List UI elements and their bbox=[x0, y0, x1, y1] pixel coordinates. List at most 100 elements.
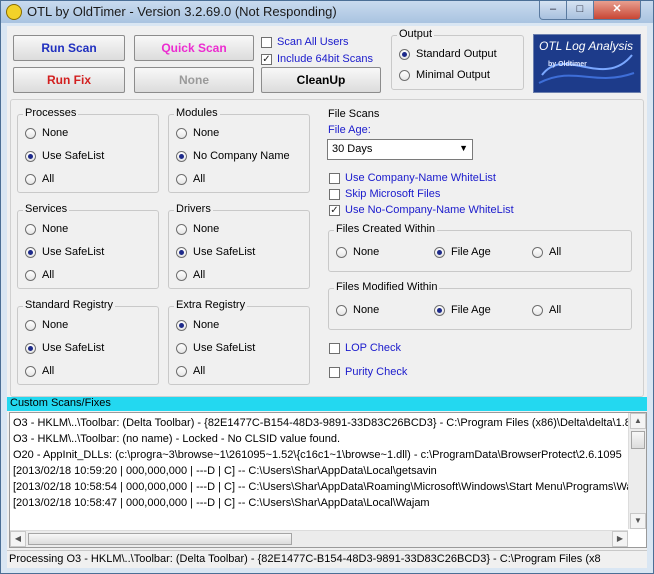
radio-dot[interactable] bbox=[25, 127, 36, 139]
minimize-button[interactable]: – bbox=[539, 1, 567, 20]
radio-dot[interactable] bbox=[434, 246, 445, 258]
radio-dot[interactable] bbox=[25, 365, 36, 377]
modules-no-company-radio[interactable]: No Company Name bbox=[176, 150, 290, 162]
checkbox-box[interactable] bbox=[261, 36, 272, 48]
run-fix-button[interactable]: Run Fix bbox=[13, 67, 125, 93]
radio-dot[interactable] bbox=[176, 223, 187, 235]
close-button[interactable]: ✕ bbox=[593, 1, 641, 20]
radio-dot[interactable] bbox=[336, 246, 347, 258]
purity-check-checkbox[interactable]: Purity Check bbox=[329, 366, 407, 378]
checkbox-box[interactable]: ✓ bbox=[329, 204, 340, 216]
checkbox-box[interactable] bbox=[329, 342, 340, 354]
drivers-none-radio[interactable]: None bbox=[176, 223, 219, 235]
radio-minimal-output[interactable]: Minimal Output bbox=[399, 69, 490, 81]
include-64bit-checkbox[interactable]: ✓ Include 64bit Scans bbox=[261, 53, 373, 65]
status-bar: Processing O3 - HKLM\..\Toolbar: (Delta … bbox=[7, 550, 647, 568]
modified-file-age-radio[interactable]: File Age bbox=[434, 304, 491, 316]
processes-all-radio[interactable]: All bbox=[25, 173, 54, 185]
log-line: [2013/02/18 10:58:47 | 000,000,000 | ---… bbox=[13, 497, 430, 509]
status-text: Processing O3 - HKLM\..\Toolbar: (Delta … bbox=[9, 553, 601, 565]
title-bar[interactable]: OTL by OldTimer - Version 3.2.69.0 (Not … bbox=[1, 1, 653, 23]
skip-microsoft-checkbox[interactable]: Skip Microsoft Files bbox=[329, 188, 440, 200]
radio-dot[interactable] bbox=[176, 246, 187, 258]
radio-dot[interactable] bbox=[25, 342, 36, 354]
chevron-down-icon[interactable]: ▼ bbox=[459, 143, 468, 153]
drivers-safelist-radio[interactable]: Use SafeList bbox=[176, 246, 255, 258]
radio-standard-output[interactable]: Standard Output bbox=[399, 48, 497, 60]
created-file-age-radio[interactable]: File Age bbox=[434, 246, 491, 258]
log-line: O3 - HKLM\..\Toolbar: (Delta Toolbar) - … bbox=[13, 417, 647, 429]
cleanup-button[interactable]: CleanUp bbox=[261, 67, 381, 93]
custom-scans-textarea[interactable]: O3 - HKLM\..\Toolbar: (Delta Toolbar) - … bbox=[9, 412, 647, 548]
radio-dot[interactable] bbox=[176, 342, 187, 354]
horizontal-scroll-thumb[interactable] bbox=[28, 533, 292, 545]
processes-safelist-radio[interactable]: Use SafeList bbox=[25, 150, 104, 162]
services-all-radio[interactable]: All bbox=[25, 269, 54, 281]
file-age-label: File Age: bbox=[328, 124, 371, 136]
radio-dot[interactable] bbox=[399, 48, 410, 60]
standard-registry-group: Standard Registry None Use SafeList All bbox=[17, 299, 159, 385]
modified-all-radio[interactable]: All bbox=[532, 304, 561, 316]
vertical-scroll-thumb[interactable] bbox=[631, 431, 645, 449]
output-group: Output Standard Output Minimal Output bbox=[391, 28, 524, 90]
radio-dot[interactable] bbox=[25, 319, 36, 331]
otl-log-analysis-logo: OTL Log Analysis by Oldtimer bbox=[533, 34, 641, 93]
lop-check-checkbox[interactable]: LOP Check bbox=[329, 342, 401, 354]
company-whitelist-checkbox[interactable]: Use Company-Name WhiteList bbox=[329, 172, 496, 184]
std-registry-safelist-radio[interactable]: Use SafeList bbox=[25, 342, 104, 354]
no-company-whitelist-checkbox[interactable]: ✓ Use No-Company-Name WhiteList bbox=[329, 204, 514, 216]
services-safelist-radio[interactable]: Use SafeList bbox=[25, 246, 104, 258]
radio-dot[interactable] bbox=[434, 304, 445, 316]
vertical-scrollbar[interactable]: ▲ ▼ bbox=[628, 413, 646, 529]
radio-dot[interactable] bbox=[532, 246, 543, 258]
checkbox-box[interactable]: ✓ bbox=[261, 53, 272, 65]
custom-scans-header: Custom Scans/Fixes bbox=[7, 397, 647, 411]
std-registry-all-radio[interactable]: All bbox=[25, 365, 54, 377]
scroll-up-button[interactable]: ▲ bbox=[630, 413, 646, 429]
extra-registry-none-radio[interactable]: None bbox=[176, 319, 219, 331]
radio-dot[interactable] bbox=[176, 127, 187, 139]
otl-window: OTL by OldTimer - Version 3.2.69.0 (Not … bbox=[0, 0, 654, 574]
extra-registry-all-radio[interactable]: All bbox=[176, 365, 205, 377]
checkbox-box[interactable] bbox=[329, 366, 340, 378]
radio-dot[interactable] bbox=[176, 319, 187, 331]
created-all-radio[interactable]: All bbox=[532, 246, 561, 258]
radio-dot[interactable] bbox=[25, 173, 36, 185]
main-panel: Run Scan Quick Scan Run Fix None CleanUp… bbox=[7, 26, 647, 568]
drivers-all-radio[interactable]: All bbox=[176, 269, 205, 281]
radio-dot[interactable] bbox=[25, 246, 36, 258]
std-registry-none-radio[interactable]: None bbox=[25, 319, 68, 331]
scan-all-users-checkbox[interactable]: Scan All Users bbox=[261, 36, 349, 48]
processes-none-radio[interactable]: None bbox=[25, 127, 68, 139]
run-scan-button[interactable]: Run Scan bbox=[13, 35, 125, 61]
modules-all-radio[interactable]: All bbox=[176, 173, 205, 185]
services-group: Services None Use SafeList All bbox=[17, 203, 159, 289]
maximize-button[interactable]: □ bbox=[566, 1, 594, 20]
otl-app-icon bbox=[6, 4, 22, 20]
file-age-dropdown[interactable]: 30 Days ▼ bbox=[327, 139, 473, 160]
radio-dot[interactable] bbox=[532, 304, 543, 316]
radio-dot[interactable] bbox=[176, 150, 187, 162]
radio-dot[interactable] bbox=[25, 269, 36, 281]
radio-dot[interactable] bbox=[399, 69, 410, 81]
scroll-left-button[interactable]: ◀ bbox=[10, 531, 26, 547]
radio-dot[interactable] bbox=[25, 150, 36, 162]
none-button[interactable]: None bbox=[134, 67, 254, 93]
radio-dot[interactable] bbox=[176, 269, 187, 281]
radio-dot[interactable] bbox=[25, 223, 36, 235]
horizontal-scrollbar[interactable]: ◀ ▶ bbox=[10, 530, 628, 547]
scroll-down-button[interactable]: ▼ bbox=[630, 513, 646, 529]
radio-dot[interactable] bbox=[336, 304, 347, 316]
scroll-right-button[interactable]: ▶ bbox=[612, 531, 628, 547]
extra-registry-safelist-radio[interactable]: Use SafeList bbox=[176, 342, 255, 354]
checkbox-box[interactable] bbox=[329, 172, 340, 184]
modified-none-radio[interactable]: None bbox=[336, 304, 379, 316]
radio-dot[interactable] bbox=[176, 173, 187, 185]
services-none-radio[interactable]: None bbox=[25, 223, 68, 235]
modules-none-radio[interactable]: None bbox=[176, 127, 219, 139]
extra-registry-group: Extra Registry None Use SafeList All bbox=[168, 299, 310, 385]
checkbox-box[interactable] bbox=[329, 188, 340, 200]
quick-scan-button[interactable]: Quick Scan bbox=[134, 35, 254, 61]
created-none-radio[interactable]: None bbox=[336, 246, 379, 258]
radio-dot[interactable] bbox=[176, 365, 187, 377]
